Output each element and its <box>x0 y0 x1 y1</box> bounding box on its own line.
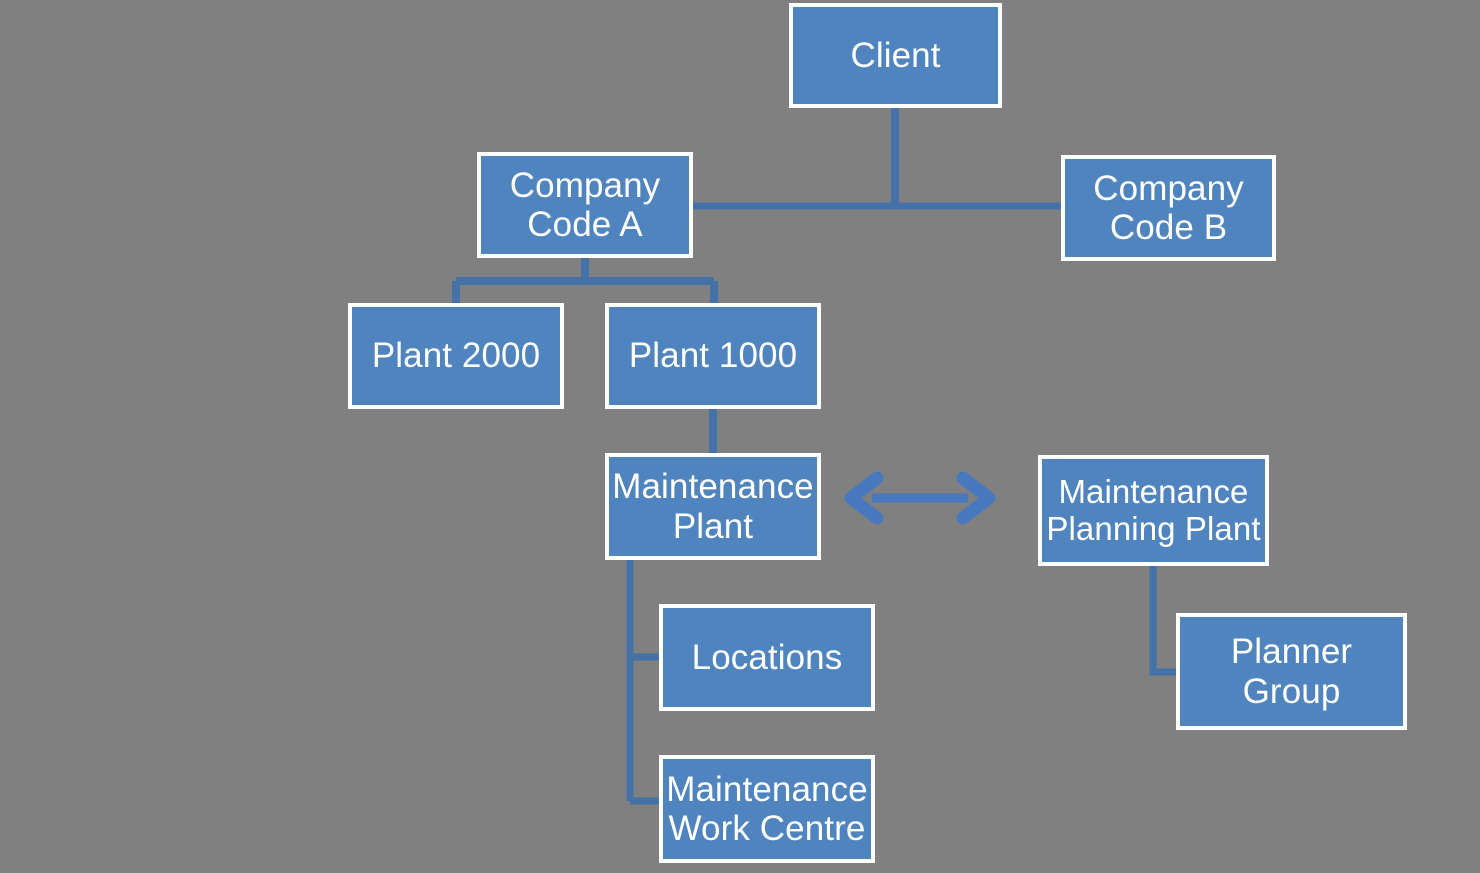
node-locations[interactable]: Locations <box>659 604 875 711</box>
connector-company-a-to-plants <box>452 258 718 303</box>
connector-client-to-company-codes <box>693 108 1061 210</box>
node-plant-1000[interactable]: Plant 1000 <box>605 303 821 409</box>
node-maintenance-work-centre-label: Maintenance Work Centre <box>666 769 868 848</box>
connector-double-arrow <box>844 471 996 525</box>
node-client[interactable]: Client <box>789 3 1002 108</box>
node-maintenance-work-centre[interactable]: Maintenance Work Centre <box>659 755 875 863</box>
node-maintenance-plant-label: Maintenance Plant <box>612 467 814 546</box>
org-structure-diagram: Client Company Code A Company Code B Pla… <box>0 0 1480 873</box>
node-planner-group-label: Planner Group <box>1230 632 1353 711</box>
node-planner-group[interactable]: Planner Group <box>1176 613 1407 730</box>
node-maintenance-planning-plant-label: Maintenance Planning Plant <box>1046 472 1261 547</box>
node-company-code-a-label: Company Code A <box>509 165 661 244</box>
connector-planning-plant-to-planner-group <box>1149 566 1176 676</box>
node-client-label: Client <box>850 35 941 75</box>
node-company-code-a[interactable]: Company Code A <box>477 152 693 258</box>
node-maintenance-planning-plant[interactable]: Maintenance Planning Plant <box>1038 455 1269 566</box>
node-maintenance-plant[interactable]: Maintenance Plant <box>605 453 821 560</box>
connector-maintenance-plant-to-children <box>626 560 659 805</box>
node-plant-2000[interactable]: Plant 2000 <box>348 303 564 409</box>
node-company-code-b[interactable]: Company Code B <box>1061 155 1276 261</box>
node-plant-2000-label: Plant 2000 <box>371 336 541 376</box>
connector-layer <box>452 108 1176 805</box>
node-locations-label: Locations <box>691 637 843 677</box>
node-plant-1000-label: Plant 1000 <box>628 336 798 376</box>
node-company-code-b-label: Company Code B <box>1093 168 1244 247</box>
